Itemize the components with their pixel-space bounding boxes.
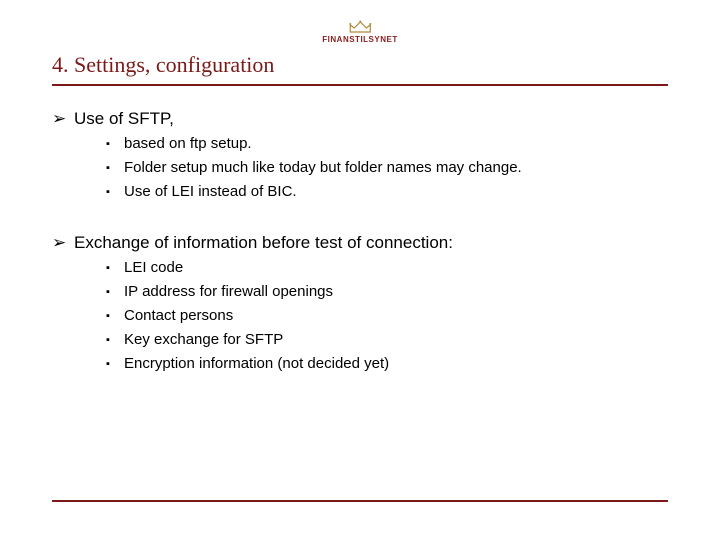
logo-text: FINANSTILSYNET bbox=[322, 35, 397, 44]
footer-divider bbox=[52, 500, 668, 502]
sub-list-item-text: IP address for firewall openings bbox=[124, 282, 333, 302]
sub-list-item: ▪ Folder setup much like today but folde… bbox=[106, 158, 668, 178]
square-bullet-icon: ▪ bbox=[106, 330, 124, 350]
list-item-text: Exchange of information before test of c… bbox=[74, 232, 453, 254]
sub-list-item-text: Folder setup much like today but folder … bbox=[124, 158, 522, 178]
list-item: ➢ Exchange of information before test of… bbox=[52, 232, 668, 254]
sub-list-item-text: LEI code bbox=[124, 258, 183, 278]
crown-icon bbox=[348, 20, 372, 34]
sub-list-item: ▪ Contact persons bbox=[106, 306, 668, 326]
square-bullet-icon: ▪ bbox=[106, 134, 124, 154]
slide-header: 4. Settings, configuration bbox=[52, 52, 668, 86]
sub-list-item-text: Key exchange for SFTP bbox=[124, 330, 283, 350]
arrow-bullet-icon: ➢ bbox=[52, 108, 74, 130]
sub-list-item: ▪ Use of LEI instead of BIC. bbox=[106, 182, 668, 202]
sub-list-item: ▪ Key exchange for SFTP bbox=[106, 330, 668, 350]
sub-list-item: ▪ LEI code bbox=[106, 258, 668, 278]
sub-list-item: ▪ Encryption information (not decided ye… bbox=[106, 354, 668, 374]
sub-list-item: ▪ based on ftp setup. bbox=[106, 134, 668, 154]
sub-list-item: ▪ IP address for firewall openings bbox=[106, 282, 668, 302]
logo: FINANSTILSYNET bbox=[322, 20, 397, 44]
sub-list-item-text: Encryption information (not decided yet) bbox=[124, 354, 389, 374]
slide-title: 4. Settings, configuration bbox=[52, 52, 668, 78]
square-bullet-icon: ▪ bbox=[106, 282, 124, 302]
sub-list-item-text: Use of LEI instead of BIC. bbox=[124, 182, 297, 202]
square-bullet-icon: ▪ bbox=[106, 306, 124, 326]
list-item: ➢ Use of SFTP, bbox=[52, 108, 668, 130]
spacer bbox=[52, 206, 668, 224]
slide-content: ➢ Use of SFTP, ▪ based on ftp setup. ▪ F… bbox=[52, 100, 668, 378]
sub-list-item-text: based on ftp setup. bbox=[124, 134, 252, 154]
square-bullet-icon: ▪ bbox=[106, 258, 124, 278]
slide: FINANSTILSYNET 4. Settings, configuratio… bbox=[0, 0, 720, 540]
square-bullet-icon: ▪ bbox=[106, 158, 124, 178]
list-item-text: Use of SFTP, bbox=[74, 108, 174, 130]
square-bullet-icon: ▪ bbox=[106, 354, 124, 374]
title-divider bbox=[52, 84, 668, 86]
square-bullet-icon: ▪ bbox=[106, 182, 124, 202]
sub-list-item-text: Contact persons bbox=[124, 306, 233, 326]
arrow-bullet-icon: ➢ bbox=[52, 232, 74, 254]
